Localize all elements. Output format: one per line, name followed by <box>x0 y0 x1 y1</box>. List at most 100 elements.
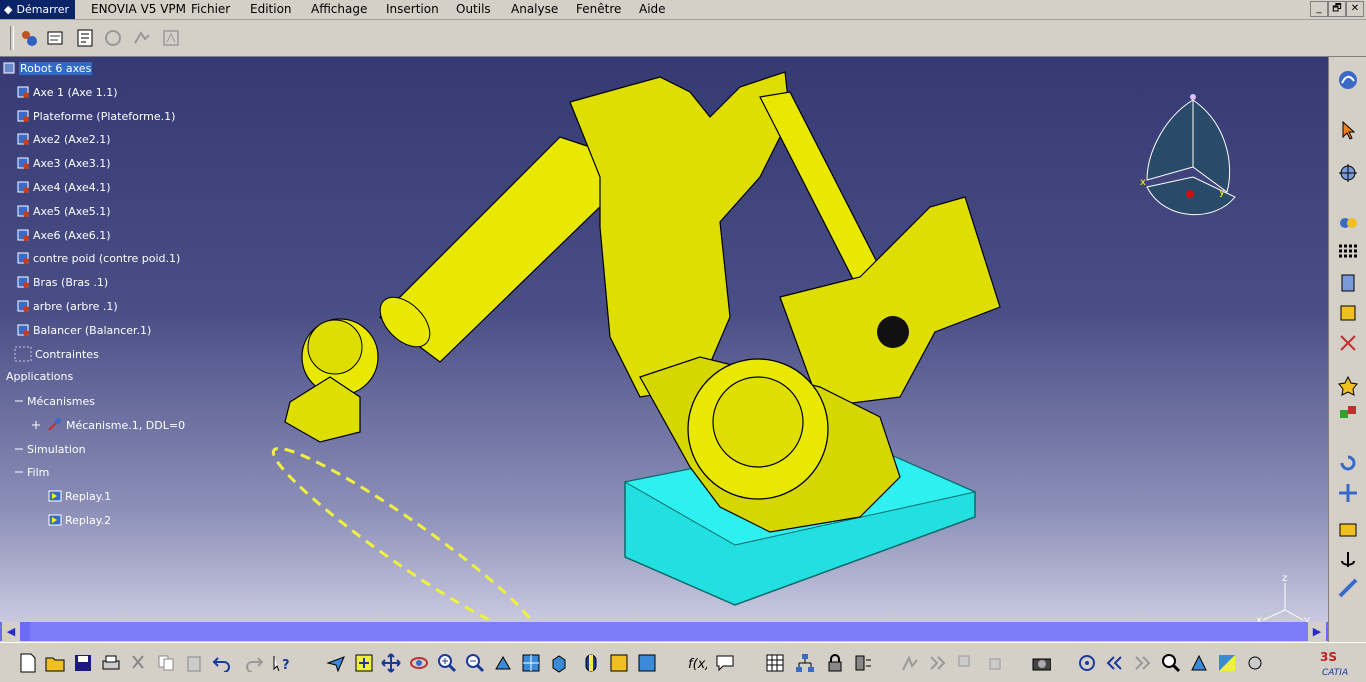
mechanism-dressup-icon[interactable] <box>18 27 40 49</box>
open-icon[interactable] <box>45 652 65 674</box>
multi-view-icon[interactable] <box>521 652 541 674</box>
sequencer-icon[interactable] <box>131 27 153 49</box>
assembly-constraint-icon[interactable] <box>1337 272 1359 294</box>
collapse-icon[interactable] <box>14 465 24 479</box>
toolbar-grip[interactable] <box>10 26 14 50</box>
print-icon[interactable] <box>101 652 121 674</box>
compass-reset-icon[interactable] <box>1189 652 1209 674</box>
restore-button[interactable]: 🗗 <box>1328 1 1346 17</box>
compass-widget[interactable]: x y <box>1135 92 1245 232</box>
search-icon[interactable] <box>1161 652 1181 674</box>
scroll-thumb[interactable] <box>30 622 1308 641</box>
menu-fichier[interactable]: Fichier <box>191 2 230 16</box>
tools-icon[interactable] <box>1337 332 1359 354</box>
measure-icon[interactable] <box>1337 577 1359 599</box>
tree-simulation[interactable]: Simulation <box>14 442 86 456</box>
tree-part-axe4[interactable]: Axe4 (Axe4.1) <box>16 180 111 194</box>
replay-icon[interactable] <box>102 27 124 49</box>
tree-part-arbre[interactable]: arbre (arbre .1) <box>16 299 118 313</box>
paste-tool-icon[interactable] <box>984 652 1004 674</box>
hide-show-icon[interactable] <box>609 652 629 674</box>
lock-icon[interactable] <box>825 652 845 674</box>
shading-icon[interactable] <box>581 652 601 674</box>
menu-enovia[interactable]: ENOVIA V5 VPM <box>91 2 186 16</box>
tree-part-axe5[interactable]: Axe5 (Axe5.1) <box>16 204 111 218</box>
start-menu-button[interactable]: ◆ Démarrer <box>0 0 76 19</box>
horizontal-scrollbar[interactable]: ◀ ▶ <box>0 622 1328 641</box>
fit-all-icon[interactable] <box>354 652 374 674</box>
scroll-right-arrow[interactable]: ▶ <box>1308 622 1326 641</box>
rewind-icon[interactable] <box>1105 652 1125 674</box>
tree-film[interactable]: Film <box>14 465 49 479</box>
target-icon[interactable] <box>1077 652 1097 674</box>
close-button[interactable]: ✕ <box>1346 1 1364 17</box>
fixed-part-icon[interactable] <box>1337 242 1359 264</box>
comment-icon[interactable] <box>715 652 735 674</box>
tree-part-axe2[interactable]: Axe2 (Axe2.1) <box>16 132 111 146</box>
distance-icon[interactable] <box>1337 402 1359 424</box>
render-style-icon[interactable] <box>1217 652 1237 674</box>
redo-icon[interactable] <box>244 652 264 674</box>
speed-acceleration-icon[interactable] <box>160 27 182 49</box>
zoom-in-icon[interactable] <box>437 652 457 674</box>
tree-part-axe1[interactable]: Axe 1 (Axe 1.1) <box>16 85 118 99</box>
menu-insertion[interactable]: Insertion <box>386 2 439 16</box>
tree-applications[interactable]: Applications <box>6 370 73 383</box>
save-icon[interactable] <box>73 652 93 674</box>
scroll-left-arrow[interactable]: ◀ <box>2 622 20 641</box>
tree-root[interactable]: Robot 6 axes <box>2 61 93 75</box>
fast-forward-icon[interactable] <box>1133 652 1153 674</box>
analysis-icon[interactable] <box>900 652 920 674</box>
menu-affichage[interactable]: Affichage <box>311 2 367 16</box>
tree-mechanism-item[interactable]: Mécanisme.1, DDL=0 <box>30 418 185 432</box>
camera-icon[interactable] <box>1031 652 1051 674</box>
tree-part-axe3[interactable]: Axe3 (Axe3.1) <box>16 156 111 170</box>
tree-part-axe6[interactable]: Axe6 (Axe6.1) <box>16 228 111 242</box>
tree-part-balancer[interactable]: Balancer (Balancer.1) <box>16 323 151 337</box>
compass-handle[interactable] <box>1190 94 1196 100</box>
zoom-out-icon[interactable] <box>465 652 485 674</box>
undo-icon[interactable] <box>212 652 232 674</box>
tree-part-plateforme[interactable]: Plateforme (Plateforme.1) <box>16 109 175 123</box>
forward-icon[interactable] <box>928 652 948 674</box>
menu-aide[interactable]: Aide <box>639 2 666 16</box>
move-icon[interactable] <box>1337 482 1359 504</box>
tree-replay-1[interactable]: Replay.1 <box>48 489 111 503</box>
expand-icon[interactable] <box>30 418 42 432</box>
manipulation-icon[interactable] <box>1337 162 1359 184</box>
catalog-icon[interactable] <box>1337 519 1359 541</box>
menu-outils[interactable]: Outils <box>456 2 491 16</box>
workbench-icon[interactable] <box>1337 69 1359 91</box>
hierarchy-icon[interactable] <box>795 652 815 674</box>
tree-replay-2[interactable]: Replay.2 <box>48 513 111 527</box>
tree-constraints[interactable]: Contraintes <box>14 346 99 362</box>
3d-viewport[interactable]: Robot 6 axes Axe 1 (Axe 1.1) Plateforme … <box>0 57 1328 622</box>
select-icon[interactable] <box>1337 119 1359 141</box>
rotate-view-icon[interactable] <box>409 652 429 674</box>
table-icon[interactable] <box>765 652 785 674</box>
copy-icon[interactable] <box>156 652 176 674</box>
iso-view-icon[interactable] <box>549 652 569 674</box>
cut-icon[interactable] <box>128 652 148 674</box>
collapse-icon[interactable] <box>14 394 24 408</box>
light-icon[interactable] <box>1245 652 1265 674</box>
rotate-icon[interactable] <box>1337 452 1359 474</box>
compile-simulation-icon[interactable] <box>74 27 96 49</box>
joint-icon[interactable] <box>1337 212 1359 234</box>
collapse-icon[interactable] <box>14 442 24 456</box>
parameters-icon[interactable] <box>853 652 873 674</box>
new-icon[interactable] <box>18 652 38 674</box>
tree-part-bras[interactable]: Bras (Bras .1) <box>16 275 108 289</box>
copy-tool-icon[interactable] <box>956 652 976 674</box>
pan-icon[interactable] <box>381 652 401 674</box>
whats-this-icon[interactable]: ? <box>272 652 292 674</box>
rule-icon[interactable] <box>1337 302 1359 324</box>
normal-view-icon[interactable] <box>493 652 513 674</box>
anchor-icon[interactable] <box>1337 549 1359 571</box>
tree-mechanisms[interactable]: Mécanismes <box>14 394 95 408</box>
robot-model[interactable] <box>0 57 1328 622</box>
menu-edition[interactable]: Edition <box>250 2 292 16</box>
menu-fenetre[interactable]: Fenêtre <box>576 2 621 16</box>
simulation-icon[interactable] <box>45 27 67 49</box>
fly-mode-icon[interactable] <box>326 652 346 674</box>
